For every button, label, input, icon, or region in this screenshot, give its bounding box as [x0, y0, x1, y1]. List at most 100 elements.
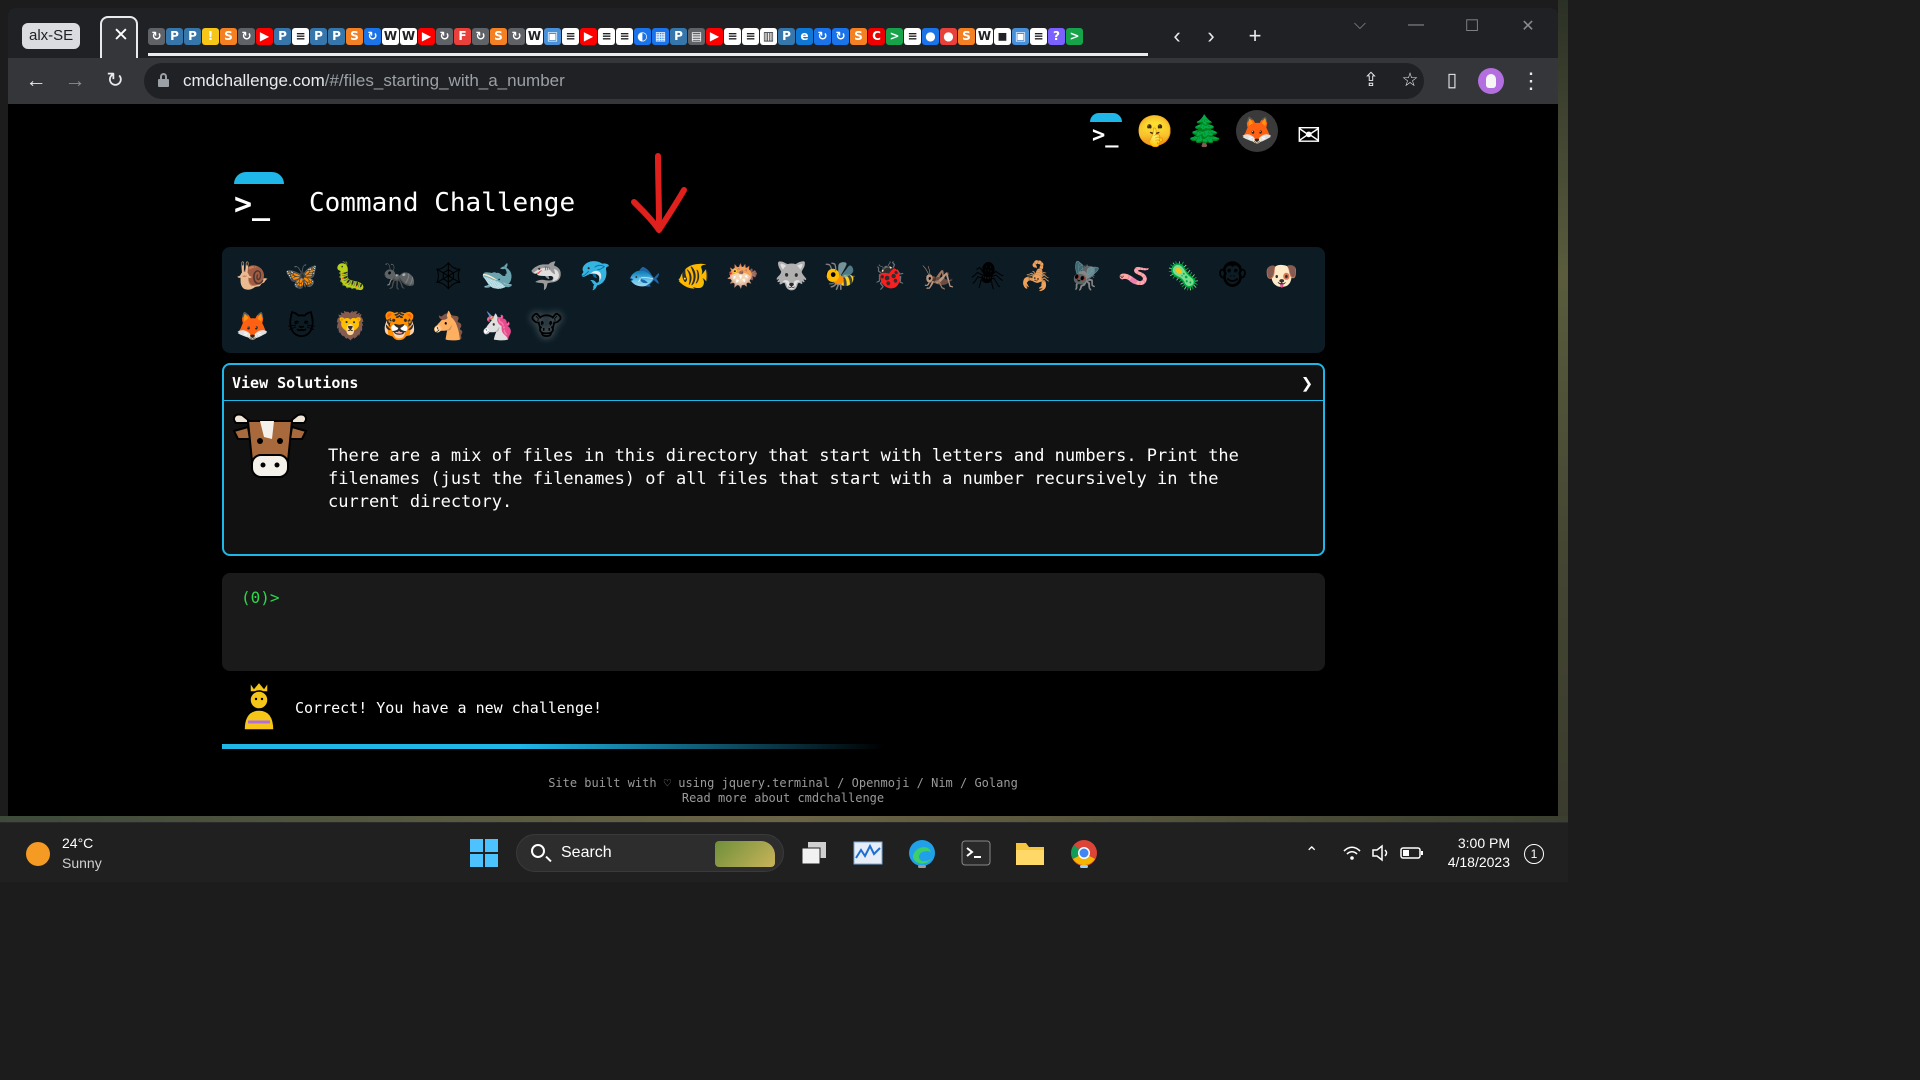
weather-condition[interactable]: Sunny: [62, 855, 102, 871]
reload-button[interactable]: ↻: [101, 67, 129, 95]
youtube-favicon[interactable]: ▶: [256, 28, 273, 45]
list-favicon[interactable]: ▤: [688, 28, 705, 45]
animal-fish-icon[interactable]: 🐟: [620, 251, 669, 301]
animal-caterpillar-icon[interactable]: 🐛: [326, 251, 375, 301]
url-text[interactable]: cmdchallenge.com/#/files_starting_with_a…: [183, 63, 565, 99]
read-more-link[interactable]: Read more about cmdchallenge: [682, 791, 884, 805]
maximize-button[interactable]: ☐: [1444, 16, 1500, 36]
close-window-button[interactable]: ✕: [1500, 16, 1556, 36]
sun-icon[interactable]: [26, 842, 50, 866]
youtube-favicon[interactable]: ▶: [706, 28, 723, 45]
animal-shark-icon[interactable]: 🦈: [522, 251, 571, 301]
animal-blowfish-icon[interactable]: 🐡: [718, 251, 767, 301]
chrome-app-icon[interactable]: [1066, 835, 1102, 871]
doc-favicon[interactable]: ≡: [1030, 28, 1047, 45]
animal-worm-icon[interactable]: 🪱: [1110, 251, 1159, 301]
profile-avatar[interactable]: [1478, 68, 1504, 94]
site-logo-icon[interactable]: >_: [232, 172, 288, 222]
back-button[interactable]: ←: [22, 67, 50, 95]
terminal-favicon[interactable]: >: [1066, 28, 1083, 45]
system-clock[interactable]: 3:00 PM 4/18/2023: [1436, 834, 1510, 872]
refresh-favicon[interactable]: ↻: [148, 28, 165, 45]
shushing-face-icon[interactable]: 🤫: [1136, 112, 1174, 150]
book-favicon[interactable]: ▥: [760, 28, 777, 45]
wifi-icon[interactable]: [1342, 845, 1362, 861]
animal-lion-icon[interactable]: 🦁: [326, 301, 375, 351]
bookmark-star-icon[interactable]: ☆: [1396, 67, 1424, 95]
resource-monitor-app-icon[interactable]: [850, 835, 886, 871]
stackoverflow-favicon[interactable]: S: [220, 28, 237, 45]
refresh-favicon[interactable]: ↻: [472, 28, 489, 45]
animal-whale-icon[interactable]: 🐋: [473, 251, 522, 301]
animal-snail-icon[interactable]: 🐌: [228, 251, 277, 301]
python-favicon[interactable]: P: [778, 28, 795, 45]
battery-icon[interactable]: [1400, 846, 1424, 860]
wikipedia-favicon[interactable]: W: [400, 28, 417, 45]
refresh-favicon[interactable]: ↻: [436, 28, 453, 45]
taskbar-search[interactable]: Search: [516, 834, 784, 872]
tab-group-chip[interactable]: alx-SE: [22, 23, 81, 49]
terminal-app-icon[interactable]: [958, 835, 994, 871]
cmd-logo-icon[interactable]: >_: [1086, 112, 1124, 150]
animal-tiger-icon[interactable]: 🐯: [375, 301, 424, 351]
share-icon[interactable]: ⇪: [1357, 67, 1385, 95]
python-favicon[interactable]: P: [274, 28, 291, 45]
terminal[interactable]: (0)>: [222, 573, 1325, 671]
minimize-button[interactable]: —: [1388, 16, 1444, 34]
task-view-button[interactable]: [796, 835, 832, 871]
side-panel-icon[interactable]: ▯: [1438, 67, 1466, 95]
zoom-favicon[interactable]: ◼: [994, 28, 1011, 45]
chevron-right-icon[interactable]: ❯: [1301, 371, 1313, 395]
youtube-favicon[interactable]: ▶: [580, 28, 597, 45]
view-solutions-header[interactable]: View Solutions ❯: [224, 365, 1323, 401]
stackoverflow-favicon[interactable]: S: [490, 28, 507, 45]
python-favicon[interactable]: P: [670, 28, 687, 45]
edge-favicon[interactable]: e: [796, 28, 813, 45]
forward-button[interactable]: →: [61, 67, 89, 95]
active-tab[interactable]: ✕: [100, 16, 138, 58]
start-button[interactable]: [466, 835, 502, 871]
volume-icon[interactable]: [1371, 844, 1391, 862]
weather-temperature[interactable]: 24°C: [62, 835, 93, 851]
doc-favicon[interactable]: ≡: [904, 28, 921, 45]
animal-fox-icon[interactable]: 🦊: [228, 301, 277, 351]
python-favicon[interactable]: P: [166, 28, 183, 45]
animal-wolf-icon[interactable]: 🐺: [767, 251, 816, 301]
file-explorer-app-icon[interactable]: [1012, 835, 1048, 871]
animal-tropical-fish-icon[interactable]: 🐠: [669, 251, 718, 301]
refresh-favicon[interactable]: ↻: [814, 28, 831, 45]
stackoverflow-favicon[interactable]: S: [346, 28, 363, 45]
animal-spider-icon[interactable]: 🕷: [963, 251, 1012, 301]
animal-cricket-icon[interactable]: 🦗: [914, 251, 963, 301]
doc-favicon[interactable]: ≡: [616, 28, 633, 45]
doc-favicon[interactable]: ≡: [292, 28, 309, 45]
question-favicon[interactable]: ?: [1048, 28, 1065, 45]
notification-badge[interactable]: 1: [1524, 844, 1544, 864]
doc-favicon[interactable]: ≡: [724, 28, 741, 45]
tab-scroll-right-button[interactable]: ›: [1197, 22, 1225, 50]
animal-microbe-icon[interactable]: 🦠: [1159, 251, 1208, 301]
refresh-favicon[interactable]: ↻: [364, 28, 381, 45]
image-favicon[interactable]: ▣: [544, 28, 561, 45]
view-solutions-label[interactable]: View Solutions: [232, 374, 358, 392]
tab-search-button[interactable]: ⌵: [1332, 16, 1388, 34]
wikipedia-favicon[interactable]: W: [976, 28, 993, 45]
python-favicon[interactable]: P: [328, 28, 345, 45]
terminal-favicon[interactable]: >: [886, 28, 903, 45]
lock-icon[interactable]: [158, 73, 169, 87]
edge-app-icon[interactable]: [904, 835, 940, 871]
youtube-favicon[interactable]: ▶: [418, 28, 435, 45]
stackoverflow-favicon[interactable]: S: [850, 28, 867, 45]
wikipedia-favicon[interactable]: W: [526, 28, 543, 45]
python-favicon[interactable]: P: [310, 28, 327, 45]
circle-favicon[interactable]: ●: [940, 28, 957, 45]
animal-butterfly-icon[interactable]: 🦋: [277, 251, 326, 301]
circle-favicon[interactable]: ◐: [634, 28, 651, 45]
browser-menu-icon[interactable]: ⋮: [1520, 67, 1542, 95]
close-tab-icon[interactable]: ✕: [113, 24, 129, 47]
python-favicon[interactable]: P: [184, 28, 201, 45]
grid-favicon[interactable]: ▦: [652, 28, 669, 45]
animal-horse-icon[interactable]: 🐴: [424, 301, 473, 351]
animal-ladybug-icon[interactable]: 🐞: [865, 251, 914, 301]
image-favicon[interactable]: ▣: [1012, 28, 1029, 45]
